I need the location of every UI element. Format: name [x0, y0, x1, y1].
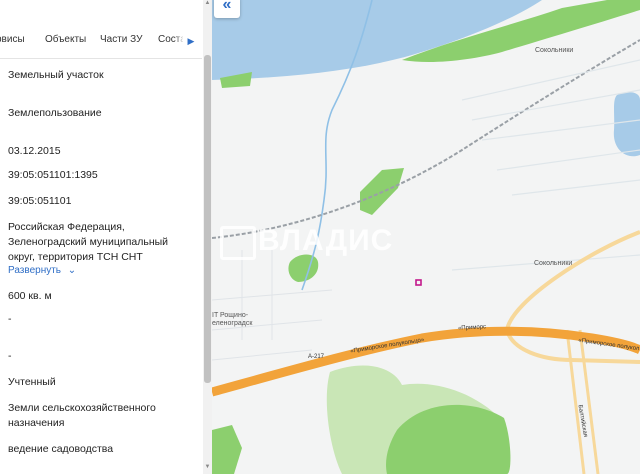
park-bottom-left	[212, 425, 242, 474]
map-label-sokolniki-top: Сокольники	[535, 47, 574, 54]
value-dash-1: -	[8, 313, 12, 325]
tab-parts[interactable]: Части ЗУ	[100, 34, 142, 45]
lake-water	[613, 92, 640, 157]
permitted-use: ведение садоводства	[8, 443, 114, 455]
status: Учтенный	[8, 376, 56, 388]
chevron-down-icon: ⌄	[67, 265, 77, 276]
object-type: Земельный участок	[8, 69, 104, 81]
right-type: Землепользование	[8, 107, 102, 119]
expand-label: Развернуть	[8, 265, 62, 276]
expand-link[interactable]: Развернуть ⌄	[8, 265, 76, 276]
address: Российская Федерация, Зеленоградский мун…	[8, 221, 169, 263]
tab-objects[interactable]: Объекты	[45, 34, 86, 45]
tab-bar: рвисы Объекты Части ЗУ Соста	[0, 22, 202, 59]
value-dash-2: -	[8, 350, 12, 362]
watermark-logo-icon	[220, 226, 256, 260]
scrollbar-thumb[interactable]	[204, 55, 211, 383]
scroll-up-arrow-icon[interactable]: ▲	[204, 0, 211, 8]
plot-marker	[415, 279, 422, 286]
map-label-sokolniki-mid: Сокольники	[534, 260, 573, 267]
area: 600 кв. м	[8, 290, 52, 302]
scroll-down-arrow-icon[interactable]: ▼	[204, 464, 211, 472]
map-label-zelenogradsk: еленоградск	[212, 320, 253, 327]
map-label-roshino: IT Рощино-	[212, 312, 249, 319]
cadastral-quarter: 39:05:051101	[8, 195, 72, 207]
tab-composition[interactable]: Соста	[158, 34, 186, 45]
road-label-a217: A-217	[308, 354, 325, 360]
cadastral-number: 39:05:051101:1395	[8, 169, 98, 181]
park-left-mid	[288, 254, 319, 282]
details-panel: рвисы Объекты Части ЗУ Соста ▶ Земельный…	[0, 0, 213, 474]
land-category: Земли сельскохозяйственного назначения	[8, 402, 156, 429]
watermark: ВЛАДИС	[258, 224, 394, 257]
double-chevron-left-icon[interactable]: «	[214, 0, 240, 18]
tab-services[interactable]: рвисы	[0, 34, 25, 45]
chevron-right-icon[interactable]: ▶	[183, 32, 199, 50]
reg-date: 03.12.2015	[8, 145, 61, 157]
